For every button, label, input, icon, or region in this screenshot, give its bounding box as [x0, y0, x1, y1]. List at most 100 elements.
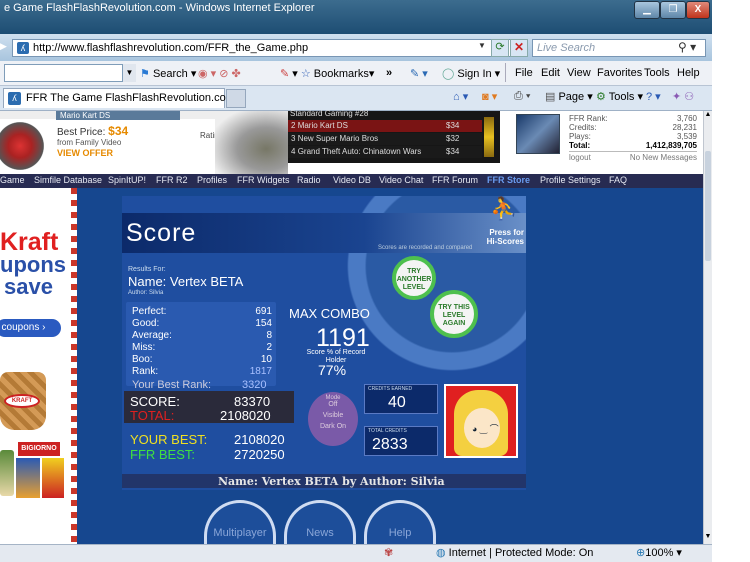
ad-scroll-arrows-icon[interactable]	[484, 117, 494, 157]
menu-tools[interactable]: Tools	[644, 67, 670, 79]
user-avatar	[516, 114, 560, 154]
total-label: TOTAL:	[130, 408, 175, 423]
menu-view[interactable]: View	[567, 67, 591, 79]
stat-value: 2	[266, 342, 272, 353]
nav-item-spinitup-[interactable]: SpinItUP!	[108, 175, 146, 185]
tab-favicon-icon: ʎ	[8, 92, 21, 105]
popup-blocker-icon[interactable]: ✾	[384, 546, 393, 559]
help-icon[interactable]: ? ▾	[646, 90, 661, 103]
wrench-icon[interactable]: ✎ ▾	[410, 67, 428, 80]
mode-visible[interactable]: Visible	[308, 408, 358, 419]
refresh-icon[interactable]: ⟳	[491, 39, 509, 57]
minimize-button[interactable]: ▁	[634, 1, 660, 19]
percent-value: 77%	[318, 362, 347, 378]
research-icon[interactable]: ✦ ⚇	[672, 90, 694, 103]
mode-title: Mode	[325, 395, 341, 401]
ad-list-item[interactable]: 3 New Super Mario Bros $32	[288, 133, 482, 145]
game-chart-ad[interactable]: Standard Gaming #28 2 Mario Kart DS $34 3 …	[288, 109, 500, 163]
stat-label: Average:	[132, 330, 172, 341]
nav-item-video-chat[interactable]: Video Chat	[379, 175, 423, 185]
close-button[interactable]: X	[686, 1, 710, 19]
toolbar-bookmarks[interactable]: ✎ ▾ ☆ Bookmarks▾	[280, 67, 374, 80]
ad-product-title: Mario Kart DS	[56, 111, 180, 120]
stat-value: 10	[260, 354, 272, 365]
print-icon[interactable]: ⎙ ▾	[514, 90, 530, 103]
mascot-image: ◕ ‿ ⌒	[444, 384, 518, 458]
gear-icon: ⚙	[596, 91, 606, 103]
address-dropdown-icon[interactable]: ▼	[478, 41, 488, 53]
search-go-icon[interactable]: ⚲ ▾	[678, 40, 696, 54]
messages-link[interactable]: No New Messages	[630, 153, 697, 162]
more-tools-button[interactable]: »	[386, 67, 392, 79]
song-name: Name: Vertex BETA	[128, 274, 244, 289]
nav-item-ffr-store[interactable]: FFR Store	[487, 175, 530, 185]
home-icon[interactable]: ⌂ ▾	[453, 90, 468, 103]
nav-item-profiles[interactable]: Profiles	[197, 175, 227, 185]
logout-link[interactable]: logout	[569, 153, 591, 162]
nav-item-video-db[interactable]: Video DB	[333, 175, 371, 185]
pin-icon: ✎	[280, 68, 290, 80]
user-stat-row: FFR Rank: 3,760	[569, 114, 697, 123]
toolbar-divider	[505, 63, 506, 82]
nav-item-game[interactable]: Game	[0, 175, 25, 185]
vertical-scrollbar[interactable]: ▲ ▼	[703, 111, 712, 544]
results-for-label: Results For:	[128, 266, 166, 273]
toolbar-addon-icons[interactable]: ◉ ▾ ⊘ ✤	[198, 67, 241, 80]
zoom-control[interactable]: ⊕100% ▾	[636, 546, 682, 559]
runner-icon[interactable]: ⛹	[482, 196, 526, 228]
stats-footer: logout No New Messages	[569, 151, 697, 162]
tools-menu[interactable]: ⚙ Tools ▾	[596, 90, 643, 103]
try-level-again-button[interactable]: TRY THIS LEVEL AGAIN	[430, 290, 478, 338]
user-stat-row: Credits: 28,231	[569, 123, 697, 132]
kraft-side-ad[interactable]: Kraft upons save t coupons › KRAFT BIGIO…	[0, 188, 77, 544]
menu-favorites[interactable]: Favorites	[597, 67, 642, 79]
game-footer-title: Name: Vertex BETA by Author: Silvia	[218, 475, 445, 488]
menu-edit[interactable]: Edit	[541, 67, 560, 79]
nav-item-ffr-widgets[interactable]: FFR Widgets	[237, 175, 290, 185]
total-value: 2108020	[220, 408, 271, 423]
nav-item-radio[interactable]: Radio	[297, 175, 321, 185]
hiscores-button[interactable]: Press for Hi-Scores	[472, 228, 524, 246]
page-menu[interactable]: ▤ Page ▾	[545, 90, 593, 103]
maximize-button[interactable]: ❐	[660, 1, 686, 19]
menu-help[interactable]: Help	[677, 67, 700, 79]
feeds-icon[interactable]: ◙ ▾	[482, 90, 497, 103]
nav-item-ffr-forum[interactable]: FFR Forum	[432, 175, 478, 185]
view-offer-link[interactable]: VIEW OFFER	[57, 148, 113, 158]
new-tab-button[interactable]	[226, 89, 246, 108]
kraft-tagline: save	[4, 274, 53, 299]
try-another-level-button[interactable]: TRY ANOTHER LEVEL	[392, 256, 436, 300]
nav-item-ffr-r2[interactable]: FFR R2	[156, 175, 188, 185]
address-input[interactable]: ʎ http://www.flashflashrevolution.com/FF…	[12, 39, 518, 57]
ad-list-item[interactable]: 4 Grand Theft Auto: Chinatown Wars $34	[288, 146, 482, 158]
nav-item-profile-settings[interactable]: Profile Settings	[540, 175, 601, 185]
menu-file[interactable]: File	[515, 67, 533, 79]
toolbar-search-field[interactable]	[4, 64, 136, 82]
ad-character-image	[215, 111, 288, 174]
stat-value: 1817	[249, 366, 272, 377]
credits-earned-value: 40	[388, 394, 406, 411]
nav-item-simfile-database[interactable]: Simfile Database	[34, 175, 102, 185]
mode-off[interactable]: Off	[308, 401, 358, 408]
stop-icon[interactable]: ✕	[510, 39, 528, 57]
get-coupons-button[interactable]: t coupons ›	[0, 319, 61, 337]
product-ad[interactable]: Mario Kart DS Best Price: $34 from Famil…	[0, 111, 288, 174]
sign-in-button[interactable]: ◯ Sign In ▾	[442, 67, 500, 80]
mode-selector[interactable]: Mode Off Visible Dark On	[308, 392, 358, 446]
toolbar-search-button[interactable]: ⚑ Search ▾ ·	[140, 67, 203, 80]
nav-item-faq[interactable]: FAQ	[609, 175, 627, 185]
tab-ffr-game[interactable]: ʎ FFR The Game FlashFlashRevolution.com	[3, 88, 235, 108]
your-best-value: 2108020	[234, 432, 285, 447]
stat-label: Perfect:	[132, 306, 167, 317]
toolbar-dropdown-icon[interactable]: ▼	[122, 64, 136, 82]
best-price-line: Best Price: $34	[57, 124, 129, 138]
scroll-thumb[interactable]	[705, 151, 711, 261]
kraft-subline: upons	[0, 252, 66, 277]
ad-list-item[interactable]: 2 Mario Kart DS $34	[288, 120, 482, 132]
back-arrow-icon[interactable]: ▶	[0, 41, 7, 52]
digiorno-box: BIGIORNO	[18, 442, 60, 456]
scroll-down-icon[interactable]: ▼	[704, 533, 712, 543]
scroll-up-icon[interactable]: ▲	[704, 111, 712, 121]
window-title: e Game FlashFlashRevolution.com - Window…	[4, 2, 315, 14]
mode-dark[interactable]: Dark On	[308, 419, 358, 430]
